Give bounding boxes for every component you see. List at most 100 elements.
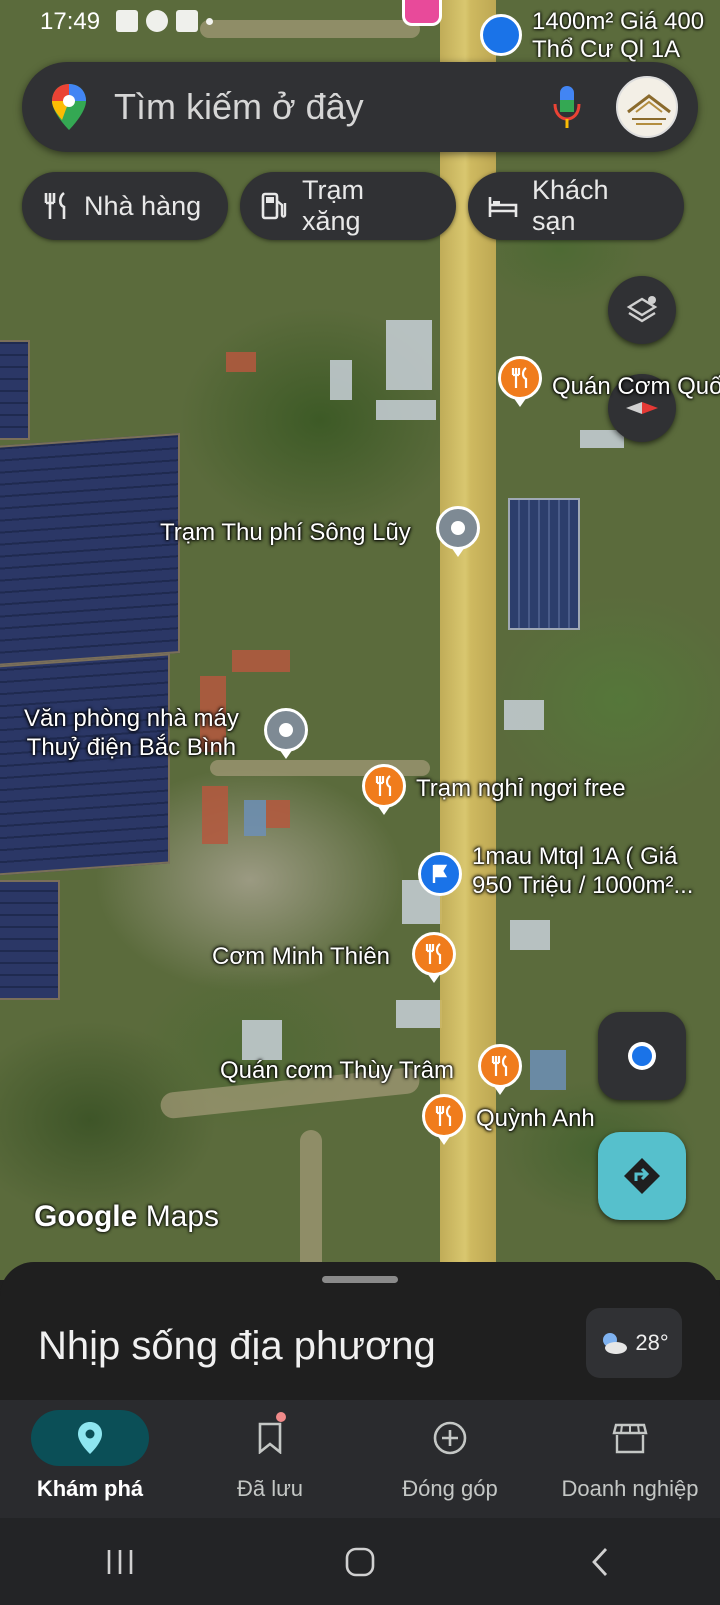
weather-badge[interactable]: 28°: [586, 1308, 682, 1378]
listing-label-top[interactable]: 1400m² Giá 400 Thổ Cư Ql 1A: [532, 8, 704, 64]
building: [376, 400, 436, 420]
nav-business[interactable]: Doanh nghiệp: [540, 1400, 720, 1518]
building: [504, 700, 544, 730]
restaurant-pin-quynh-anh[interactable]: [422, 1094, 466, 1145]
chip-gas-stations[interactable]: Trạm xăng: [240, 172, 456, 240]
gas-station-icon: [261, 192, 287, 220]
building: [386, 320, 432, 390]
chip-hotels[interactable]: Khách sạn: [468, 172, 684, 240]
chip-hotels-label: Khách sạn: [532, 175, 609, 236]
place-label-1mau-line2: 950 Triệu / 1000m²...: [472, 872, 694, 899]
watermark-google: Google: [34, 1200, 138, 1233]
gallery-icon: [116, 10, 138, 32]
building: [244, 800, 266, 836]
place-label-tram-nghi[interactable]: Trạm nghỉ ngơi free: [416, 774, 626, 803]
listing-label-top-line2: Thổ Cư Ql 1A: [532, 36, 681, 63]
place-label-quan-com-quoc[interactable]: Quán Cơm Quố: [552, 372, 720, 401]
nav-contribute-pill: [391, 1410, 509, 1466]
google-maps-pin-icon: [52, 84, 86, 130]
more-dot-icon: [206, 18, 213, 25]
bed-icon: [488, 197, 518, 217]
restaurant-pin-quan-com-thuy-tram[interactable]: [478, 1044, 522, 1095]
back-button[interactable]: [570, 1542, 630, 1582]
directions-button[interactable]: [598, 1132, 686, 1220]
account-avatar[interactable]: [616, 76, 678, 138]
solar-field: [0, 653, 170, 877]
place-label-1mau-line1: 1mau Mtql 1A ( Giá: [472, 843, 678, 870]
dot-icon: [451, 521, 465, 535]
place-label-tram-thu-phi[interactable]: Trạm Thu phí Sông Lũy: [160, 518, 411, 547]
compass-icon: [626, 402, 658, 414]
building: [202, 786, 228, 844]
nav-saved-pill: [211, 1410, 329, 1466]
chip-gas-stations-label: Trạm xăng: [302, 175, 364, 236]
place-label-1mau[interactable]: 1mau Mtql 1A ( Giá 950 Triệu / 1000m²...: [472, 842, 693, 900]
weather-temp: 28°: [635, 1330, 669, 1355]
restaurant-pin-tram-nghi[interactable]: [362, 764, 406, 815]
nav-explore-pill: [31, 1410, 149, 1466]
explore-pin-icon: [78, 1422, 102, 1454]
home-button[interactable]: [330, 1542, 390, 1582]
bookmark-icon: [258, 1422, 282, 1454]
chip-restaurants[interactable]: Nhà hàng: [22, 172, 228, 240]
place-label-quan-com-thuy-tram[interactable]: Quán cơm Thùy Trâm: [220, 1056, 454, 1085]
bottom-navigation: Khám phá Đã lưu Đóng góp Doanh nghiệp: [0, 1400, 720, 1518]
building: [226, 352, 256, 372]
my-location-button[interactable]: [598, 1012, 686, 1100]
building: [510, 920, 550, 950]
layers-button[interactable]: [608, 276, 676, 344]
listing-label-top-line1: 1400m² Giá 400: [532, 8, 705, 35]
solar-field: [0, 880, 60, 1000]
nav-contribute-label: Đóng góp: [402, 1476, 498, 1501]
building: [396, 1000, 442, 1028]
recents-icon: [107, 1549, 133, 1574]
bottom-sheet[interactable]: Nhịp sống địa phương 28°: [0, 1262, 720, 1400]
fork-knife-icon: [511, 367, 528, 388]
fork-knife-icon: [375, 775, 392, 796]
storefront-icon: [612, 1423, 648, 1454]
place-label-quynh-anh[interactable]: Quỳnh Anh: [476, 1104, 595, 1133]
nav-contribute[interactable]: Đóng góp: [360, 1400, 540, 1518]
fork-knife-icon: [425, 943, 442, 964]
landmark-pin-tram-thu-phi[interactable]: [436, 506, 480, 557]
chip-restaurants-label: Nhà hàng: [84, 190, 202, 221]
fork-knife-icon: [44, 191, 66, 219]
microphone-icon[interactable]: [552, 84, 582, 130]
place-label-van-phong[interactable]: Văn phòng nhà máy Thuỷ điện Bắc Bình: [24, 704, 239, 762]
facebook-icon: [146, 10, 168, 32]
place-label-com-minh-thien[interactable]: Cơm Minh Thiên: [212, 942, 390, 971]
system-navigation-bar: [0, 1518, 720, 1605]
nav-business-pill: [571, 1410, 689, 1466]
nav-saved[interactable]: Đã lưu: [180, 1400, 360, 1518]
saved-notification-dot: [276, 1412, 286, 1422]
factory-roof: [508, 498, 580, 630]
capcut-icon: [176, 10, 198, 32]
restaurant-pin-com-minh-thien[interactable]: [412, 932, 456, 983]
back-chevron-icon: [592, 1547, 608, 1576]
landmark-pin-van-phong[interactable]: [264, 708, 308, 759]
solar-field: [0, 340, 30, 440]
building: [580, 430, 624, 448]
nav-explore[interactable]: Khám phá: [0, 1400, 180, 1518]
house-logo-icon: [627, 94, 671, 125]
side-road: [300, 1130, 322, 1280]
flag-pin-1mau[interactable]: [418, 852, 462, 896]
nav-saved-label: Đã lưu: [236, 1476, 304, 1501]
home-icon: [345, 1547, 375, 1576]
layers-icon: [626, 296, 658, 323]
watermark-maps: Maps: [145, 1200, 220, 1233]
restaurant-pin-quan-com-quoc[interactable]: [498, 356, 542, 407]
sheet-drag-handle[interactable]: [322, 1276, 398, 1283]
flag-pin-icon[interactable]: [480, 14, 522, 56]
recents-button[interactable]: [90, 1542, 150, 1582]
directions-icon: [624, 1158, 660, 1194]
place-label-van-phong-line1: Văn phòng nhà máy: [24, 705, 239, 732]
shopping-pin-icon[interactable]: [402, 0, 442, 26]
building: [266, 800, 290, 828]
fork-knife-icon: [435, 1105, 452, 1126]
search-bar[interactable]: Tìm kiếm ở đây: [22, 62, 698, 152]
search-input[interactable]: Tìm kiếm ở đây: [114, 86, 364, 128]
building: [232, 650, 290, 672]
status-notification-icons: [116, 10, 213, 32]
fork-knife-icon: [491, 1055, 508, 1076]
